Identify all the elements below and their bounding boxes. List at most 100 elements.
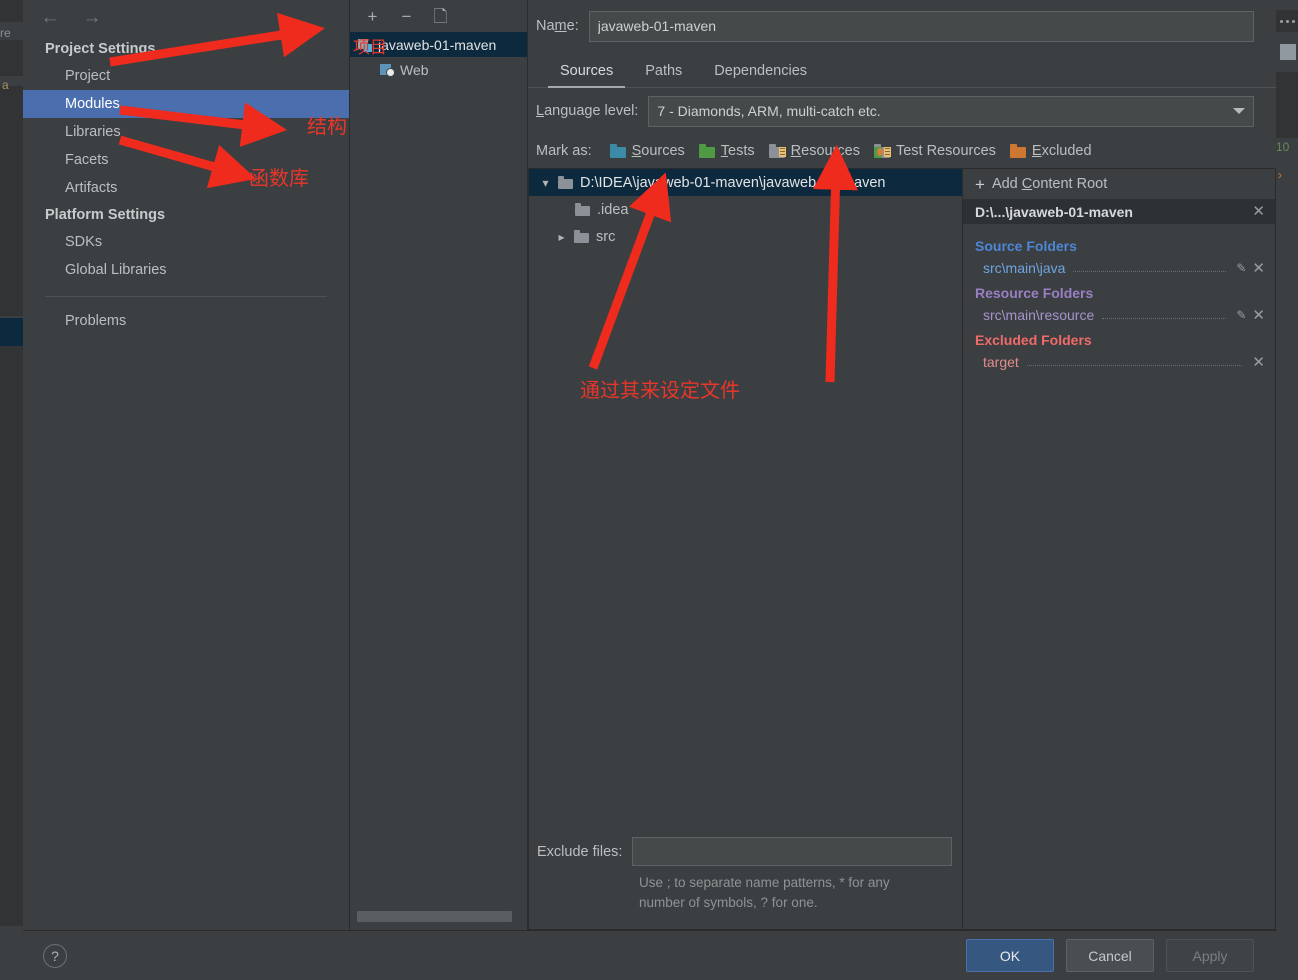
source-folder-row[interactable]: src\main\java ✎ ✕: [963, 257, 1275, 279]
background-ide-left-strip: re a: [0, 0, 23, 980]
back-arrow-icon[interactable]: ←: [37, 6, 63, 28]
module-name-input[interactable]: [588, 10, 1254, 42]
background-text-fragment-2: a: [2, 78, 9, 92]
remove-source-folder-icon[interactable]: ✕: [1252, 261, 1265, 276]
sidebar-item-modules[interactable]: Modules: [23, 90, 349, 118]
remove-excluded-folder-icon[interactable]: ✕: [1252, 355, 1265, 370]
language-level-dropdown[interactable]: 7 - Diamonds, ARM, multi-catch etc.: [648, 95, 1254, 127]
nav-list: Project Settings Project Modules Librari…: [23, 34, 349, 930]
dotted-leader: [1073, 261, 1227, 272]
sidebar-item-sdks[interactable]: SDKs: [23, 228, 349, 256]
edit-pencil-icon[interactable]: ✎: [1236, 308, 1246, 322]
nav-toolbar: ← →: [23, 0, 349, 34]
language-level-row: Language level: 7 - Diamonds, ARM, multi…: [528, 88, 1276, 134]
exclude-files-input[interactable]: [632, 837, 952, 866]
chevron-down-icon[interactable]: ▾: [539, 176, 552, 190]
excluded-folder-row[interactable]: target ✕: [963, 351, 1275, 373]
exclude-hint-line-2: number of symbols, ? for one.: [639, 895, 818, 910]
tree-item-module[interactable]: javaweb-01-maven: [350, 32, 527, 57]
tree-item-web-facet[interactable]: Web: [350, 57, 527, 82]
content-root-tree-pane: ▾ D:\IDEA\javaweb-01-maven\javaweb-01-ma…: [528, 168, 962, 930]
nav-divider: [45, 296, 327, 297]
sidebar-item-global-libraries[interactable]: Global Libraries: [23, 256, 349, 284]
module-name-row: Name:: [528, 0, 1276, 52]
background-right-marker: ›: [1278, 168, 1282, 182]
ok-button[interactable]: OK: [966, 939, 1054, 972]
tests-folder-icon: [698, 144, 716, 158]
help-button[interactable]: ?: [43, 943, 67, 968]
excluded-folders-title: Excluded Folders: [975, 332, 1092, 348]
exclude-hint-line-1: Use ; to separate name patterns, * for a…: [639, 875, 890, 890]
content-tree-item-idea[interactable]: .idea: [529, 196, 962, 223]
exclude-files-section: Exclude files: Use ; to separate name pa…: [529, 829, 962, 929]
language-level-label: Language level:: [536, 103, 639, 119]
mark-as-excluded-button[interactable]: Excluded: [1009, 143, 1092, 159]
remove-module-icon[interactable]: −: [398, 8, 415, 25]
dialog-footer: ? OK Cancel Apply: [23, 930, 1276, 980]
folder-icon: [574, 230, 590, 243]
mark-as-label: Mark as:: [536, 143, 592, 159]
dotted-leader: [1102, 308, 1227, 319]
modules-hscrollbar-thumb[interactable]: [357, 911, 512, 922]
resource-folder-row[interactable]: src\main\resource ✎ ✕: [963, 304, 1275, 326]
dotted-leader: [1026, 355, 1243, 366]
add-module-icon[interactable]: +: [364, 8, 381, 25]
content-roots-sidebar: + Add Content Root D:\...\javaweb-01-mav…: [962, 168, 1276, 930]
resource-folders-title: Resource Folders: [975, 285, 1094, 301]
modules-hscrollbar[interactable]: [350, 911, 528, 922]
chevron-right-icon[interactable]: ▸: [555, 230, 568, 244]
source-folder-path: src\main\java: [983, 260, 1066, 276]
background-text-fragment-1: re: [0, 26, 11, 40]
mark-as-tests-label: Tests: [720, 143, 755, 159]
mark-as-test-resources-button[interactable]: Test Resources: [873, 143, 996, 159]
tab-sources[interactable]: Sources: [548, 63, 626, 88]
mark-as-test-resources-label: Test Resources: [895, 143, 996, 159]
modules-list-panel: + − 🗋 javaweb-01-maven Web: [350, 0, 528, 930]
resources-folder-icon: [768, 144, 786, 158]
mark-as-sources-button[interactable]: Sources: [609, 143, 685, 159]
sidebar-item-artifacts[interactable]: Artifacts: [23, 174, 349, 202]
tab-dependencies[interactable]: Dependencies: [702, 63, 819, 87]
copy-module-icon[interactable]: 🗋: [432, 8, 449, 25]
dialog-window: ← → Project Settings Project Modules Lib…: [23, 0, 1276, 980]
module-editor-panel: Name: Sources Paths Dependencies Languag…: [528, 0, 1276, 930]
modules-toolbar: + − 🗋: [350, 0, 527, 32]
tree-item-module-label: javaweb-01-maven: [378, 36, 497, 53]
mark-as-excluded-label: Excluded: [1031, 143, 1092, 159]
mark-as-resources-button[interactable]: Resources: [768, 143, 860, 159]
mark-as-sources-label: Sources: [631, 143, 685, 159]
content-tree-item-idea-label: .idea: [597, 201, 629, 218]
remove-content-root-icon[interactable]: ✕: [1252, 204, 1265, 219]
tree-item-web-label: Web: [400, 61, 429, 78]
sources-folder-icon: [609, 144, 627, 158]
content-root-row[interactable]: ▾ D:\IDEA\javaweb-01-maven\javaweb-01-ma…: [529, 169, 962, 196]
remove-resource-folder-icon[interactable]: ✕: [1252, 308, 1265, 323]
exclude-files-label: Exclude files:: [537, 843, 623, 860]
excluded-folder-path: target: [983, 354, 1019, 370]
sidebar-item-project[interactable]: Project: [23, 62, 349, 90]
module-icon: [358, 38, 373, 52]
mark-as-tests-button[interactable]: Tests: [698, 143, 755, 159]
module-tabs: Sources Paths Dependencies: [528, 52, 1276, 88]
exclude-files-hint: Use ; to separate name patterns, * for a…: [639, 873, 952, 913]
cancel-button[interactable]: Cancel: [1066, 939, 1154, 972]
forward-arrow-icon[interactable]: →: [79, 6, 105, 28]
resource-folder-path: src\main\resource: [983, 307, 1095, 323]
background-ide-right-strip: 10 ›: [1276, 0, 1298, 980]
sidebar-item-facets[interactable]: Facets: [23, 146, 349, 174]
exclude-files-row: Exclude files:: [537, 837, 952, 866]
add-content-root-button[interactable]: + Add Content Root: [963, 169, 1275, 199]
modules-tree: javaweb-01-maven Web: [350, 32, 527, 930]
sidebar-item-libraries[interactable]: Libraries: [23, 118, 349, 146]
plus-icon: +: [975, 174, 985, 194]
apply-button[interactable]: Apply: [1166, 939, 1254, 972]
tab-paths[interactable]: Paths: [633, 63, 694, 87]
edit-pencil-icon[interactable]: ✎: [1236, 261, 1246, 275]
add-content-root-label: Add Content Root: [991, 176, 1108, 192]
test-resources-folder-icon: [873, 144, 891, 158]
nav-group-project-settings: Project Settings: [45, 41, 156, 57]
sidebar-item-problems[interactable]: Problems: [23, 307, 349, 335]
content-tree-item-src[interactable]: ▸ src: [529, 223, 962, 250]
dialog-body: ← → Project Settings Project Modules Lib…: [23, 0, 1276, 930]
background-right-text: 10: [1276, 140, 1290, 154]
